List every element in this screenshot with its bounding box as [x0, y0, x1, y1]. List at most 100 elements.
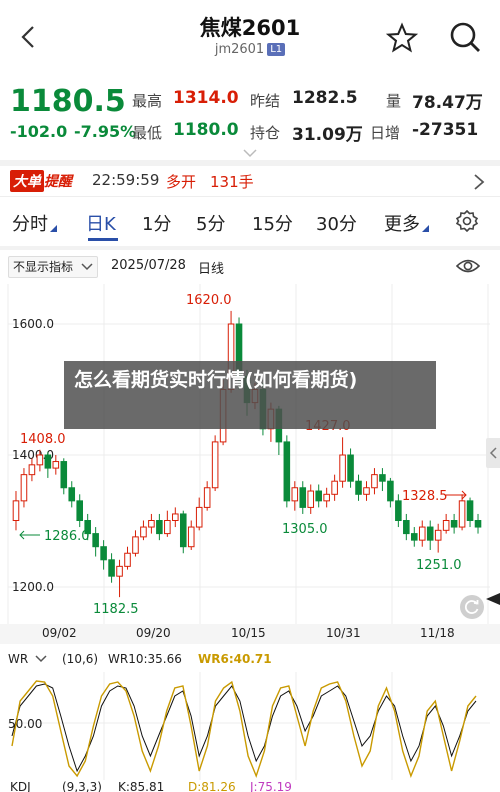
candle-body	[148, 520, 155, 528]
tab-label: 日K	[86, 214, 116, 235]
annotation-left-high: 1408.0	[20, 432, 66, 447]
candle-body	[379, 474, 386, 482]
high-label: 最高	[132, 92, 163, 110]
candle-body	[132, 536, 139, 554]
last-price: 1180.5	[10, 84, 126, 119]
chevron-right-icon[interactable]	[472, 173, 486, 191]
candle-body	[100, 546, 107, 561]
wr-indicator-select[interactable]: WR	[8, 652, 47, 666]
candle-body	[156, 520, 163, 535]
tab-label: 5分	[196, 214, 226, 235]
candle-body	[68, 487, 76, 502]
chevron-down-icon	[35, 655, 47, 663]
tab-label: 更多	[384, 214, 420, 235]
candle-body	[187, 526, 195, 548]
candle-body	[442, 520, 450, 531]
tab-daily-k[interactable]: 日K	[86, 210, 116, 236]
gear-icon[interactable]	[456, 210, 478, 232]
annotation-right-level: 1328.5	[402, 489, 448, 504]
candle-body	[315, 490, 322, 502]
candle-body	[76, 500, 83, 522]
star-icon[interactable]	[386, 22, 418, 54]
wr-name: WR	[8, 652, 29, 666]
candle-body	[395, 500, 402, 522]
reset-chart-button[interactable]	[460, 595, 484, 619]
price-tick-1200: 1200.0	[12, 580, 54, 594]
search-icon[interactable]	[448, 20, 482, 54]
candle-body	[458, 500, 466, 528]
kdj-indicator-header: KDJ (9,3,3) K:85.81 D:81.26 J:75.19	[0, 780, 500, 792]
tab-5min[interactable]: 5分	[196, 210, 225, 236]
low-value: 1180.0	[173, 120, 239, 140]
date-label: 09/20	[136, 626, 171, 640]
candle-body	[426, 526, 434, 541]
candle-body	[387, 480, 394, 502]
prev-close-value: 1282.5	[292, 88, 358, 108]
tab-more[interactable]: 更多	[384, 210, 429, 236]
tab-30min[interactable]: 30分	[316, 210, 357, 236]
alert-time: 22:59:59	[92, 171, 160, 189]
contract-code: jm2601 L1	[0, 42, 500, 57]
candle-body	[211, 441, 219, 489]
tab-timeshare[interactable]: 分时	[12, 210, 57, 236]
candle-body	[124, 552, 131, 567]
grid-lines	[7, 284, 490, 625]
chevron-down-icon[interactable]	[242, 148, 258, 158]
active-tab-indicator	[88, 238, 118, 241]
candle-body	[92, 533, 99, 548]
candle-body	[52, 461, 60, 469]
candle-body	[331, 480, 338, 495]
refresh-icon	[464, 600, 479, 614]
annotation-high: 1620.0	[186, 293, 232, 308]
price-tick-1600: 1600.0	[12, 317, 54, 331]
candle-body	[203, 487, 211, 508]
indicator-select[interactable]: 不显示指标	[8, 256, 98, 278]
wr10-line	[11, 683, 477, 773]
chart-date: 2025/07/28	[111, 258, 186, 273]
side-handle[interactable]	[486, 438, 500, 468]
candle-body	[108, 559, 115, 577]
candle-body	[403, 520, 410, 535]
level-badge: L1	[267, 43, 286, 56]
candle-body	[36, 454, 44, 466]
divider	[0, 246, 500, 250]
wr-chart[interactable]: 50.00	[0, 672, 500, 780]
candle-body	[355, 480, 362, 495]
annotation-right-low: 1251.0	[416, 558, 462, 573]
article-title-banner: 怎么看期货实时行情(如何看期货)	[64, 361, 436, 429]
wr6-value: WR6:40.71	[198, 652, 272, 666]
tab-15min[interactable]: 15分	[252, 210, 293, 236]
prev-close-label: 昨结	[250, 92, 281, 110]
candle-body	[20, 474, 28, 502]
candlestick-chart[interactable]: 1600.0 1400.0 1200.0 1620.0 1408.0 1286.…	[0, 282, 500, 627]
low-label: 最低	[132, 124, 163, 142]
quote-panel: 1180.5 -102.0 -7.95% 最高 1314.0 最低 1180.0…	[0, 74, 500, 160]
annotation-left-level: 1286.0	[44, 529, 90, 544]
chart-period: 日线	[198, 262, 225, 277]
contract-code-text: jm2601	[214, 42, 265, 57]
candle-body	[363, 487, 370, 495]
candle-body	[323, 493, 330, 502]
candle-body	[371, 474, 378, 489]
candle-body	[347, 454, 354, 482]
eye-icon[interactable]	[456, 256, 480, 276]
big-order-alert[interactable]: 大单 提醒 22:59:59 多开 131手	[0, 166, 500, 196]
period-tabs: 分时 日K 1分 5分 15分 30分 更多	[0, 198, 500, 244]
candle-body	[283, 441, 291, 502]
wr10-value: WR10:35.66	[108, 652, 182, 666]
alert-logo-b: 提醒	[44, 174, 72, 190]
chevron-down-icon	[81, 263, 93, 271]
alert-logo: 大单 提醒	[10, 170, 72, 192]
kdj-j: J:75.19	[250, 780, 292, 792]
kdj-name[interactable]: KDJ	[10, 780, 31, 792]
wr-indicator-header: WR (10,6) WR10:35.66 WR6:40.71	[0, 650, 500, 672]
candle-body	[299, 487, 307, 508]
candle-body	[195, 506, 203, 528]
tab-label: 15分	[252, 214, 293, 235]
dropdown-triangle-icon	[422, 225, 429, 232]
tab-1min[interactable]: 1分	[142, 210, 171, 236]
candle-body	[434, 529, 442, 541]
high-value: 1314.0	[173, 88, 239, 108]
chevron-left-icon	[489, 447, 497, 459]
date-label: 10/15	[231, 626, 266, 640]
